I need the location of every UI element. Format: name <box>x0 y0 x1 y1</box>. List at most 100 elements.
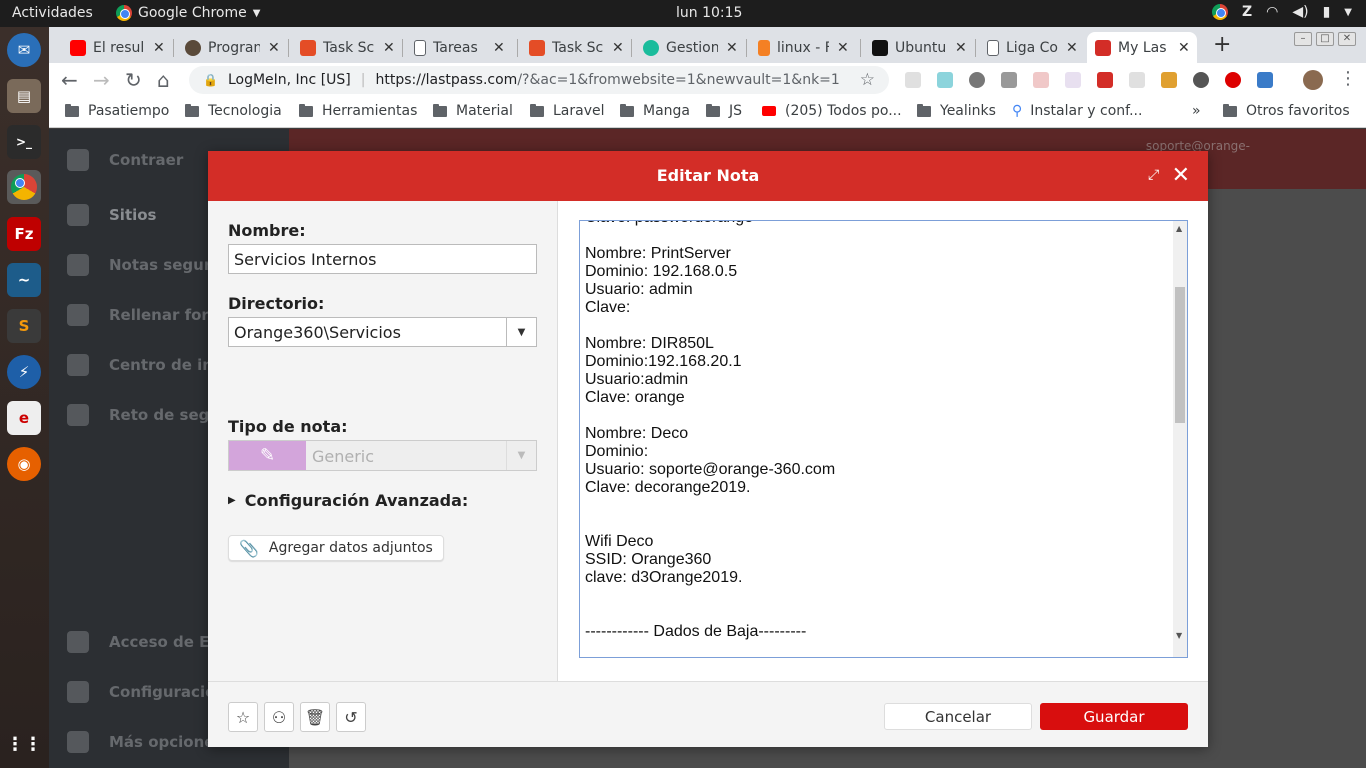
volume-icon[interactable]: ◀) <box>1292 4 1308 20</box>
forward-icon[interactable]: → <box>93 68 110 92</box>
cancel-button[interactable]: Cancelar <box>884 703 1032 730</box>
s-extension-icon[interactable] <box>1257 72 1273 88</box>
close-icon[interactable]: ✕ <box>1172 163 1190 188</box>
bookmark-folder[interactable]: JS <box>706 103 742 119</box>
tab-3[interactable]: Tareas ✕ <box>406 32 505 63</box>
show-apps-icon[interactable]: ⋮⋮ <box>6 727 42 761</box>
adblock-extension-icon[interactable] <box>1225 72 1241 88</box>
tab-4[interactable]: Task Sc ✕ <box>521 32 624 63</box>
tab-5[interactable]: Gestion ✕ <box>635 32 738 63</box>
note-textarea[interactable]: Clave: passwordorange Nombre: PrintServe… <box>579 220 1188 658</box>
address-bar[interactable]: 🔒 LogMeIn, Inc [US] | https://lastpass.c… <box>189 66 889 94</box>
lastpass-extension-icon[interactable] <box>1129 72 1145 88</box>
close-icon[interactable]: ✕ <box>1066 40 1078 56</box>
filezilla-icon[interactable]: Fz <box>7 217 41 251</box>
key-extension-icon[interactable] <box>1161 72 1177 88</box>
bookmark-folder[interactable]: Manga <box>620 103 690 119</box>
thunderbird-icon[interactable]: ✉ <box>7 33 41 67</box>
bookmark-folder[interactable]: Laravel <box>530 103 605 119</box>
w-extension-icon[interactable] <box>1193 72 1209 88</box>
maximize-button[interactable]: □ <box>1316 32 1334 46</box>
back-icon[interactable]: ← <box>61 68 78 92</box>
tab-9-active[interactable]: My Las ✕ <box>1087 32 1197 63</box>
close-icon[interactable]: ✕ <box>268 40 280 56</box>
tab-0[interactable]: El resul ✕ <box>62 32 165 63</box>
system-tray[interactable]: Z ◠ ◀) ▮ ▼ <box>1211 4 1352 20</box>
close-icon[interactable]: ✕ <box>612 40 624 56</box>
picker-extension-icon[interactable] <box>937 72 953 88</box>
scroll-down-icon[interactable]: ▼ <box>1176 631 1182 640</box>
bookmark-link[interactable]: ⚲ Instalar y conf... <box>1012 103 1142 119</box>
share-button[interactable]: ⚇ <box>264 702 294 732</box>
close-icon[interactable]: ✕ <box>726 40 738 56</box>
text-editor-icon[interactable]: e <box>7 401 41 435</box>
terminal-icon[interactable]: >_ <box>7 125 41 159</box>
close-icon[interactable]: ✕ <box>955 40 967 56</box>
delete-button[interactable]: 🗑 <box>300 702 330 732</box>
history-button[interactable]: ↺ <box>336 702 366 732</box>
gear-extension-icon[interactable] <box>969 72 985 88</box>
new-tab-button[interactable]: + <box>1213 32 1231 57</box>
sidebar-item-emergency[interactable]: Acceso de E <box>67 631 209 653</box>
tab-2[interactable]: Task Sc ✕ <box>292 32 395 63</box>
forward-extension-icon[interactable] <box>1097 72 1113 88</box>
scroll-thumb[interactable] <box>1175 287 1185 423</box>
code-extension-icon[interactable] <box>1033 72 1049 88</box>
close-icon[interactable]: ✕ <box>493 40 505 56</box>
close-window-button[interactable]: ✕ <box>1338 32 1356 46</box>
close-icon[interactable]: ✕ <box>1178 40 1190 56</box>
chrome-dock-icon[interactable] <box>7 170 41 204</box>
chevron-down-icon[interactable]: ▼ <box>1344 7 1352 18</box>
chevron-down-icon[interactable]: ▼ <box>506 318 536 346</box>
add-attachment-button[interactable]: 📎 Agregar datos adjuntos <box>228 535 444 561</box>
mysql-workbench-icon[interactable]: ~ <box>7 263 41 297</box>
favorite-button[interactable]: ☆ <box>228 702 258 732</box>
bookmark-folder[interactable]: Tecnologia <box>185 103 282 119</box>
bookmark-folder[interactable]: Material <box>433 103 513 119</box>
sidebar-item-settings[interactable]: Configuracio <box>67 681 215 703</box>
more-menu-icon[interactable]: ⋮ <box>1339 68 1357 89</box>
sidebar-item-center[interactable]: Centro de in <box>67 354 213 376</box>
note-scrollbar[interactable]: ▲ ▼ <box>1173 221 1187 657</box>
minimize-button[interactable]: – <box>1294 32 1312 46</box>
bookmark-folder[interactable]: Pasatiempo <box>65 103 169 119</box>
sidebar-item-forms[interactable]: Rellenar form <box>67 304 224 326</box>
tab-7[interactable]: Ubuntu ✕ <box>864 32 967 63</box>
wifi-icon[interactable]: ◠ <box>1266 4 1278 20</box>
sidebar-item-notes[interactable]: Notas segura <box>67 254 221 276</box>
tab-1[interactable]: Progran ✕ <box>177 32 280 63</box>
tab-6[interactable]: linux - F ✕ <box>750 32 849 63</box>
sidebar-item-collapse[interactable]: Contraer <box>67 149 183 171</box>
save-button[interactable]: Guardar <box>1040 703 1188 730</box>
scroll-up-icon[interactable]: ▲ <box>1176 224 1182 233</box>
home-icon[interactable]: ⌂ <box>157 68 170 92</box>
sidebar-item-more[interactable]: Más opcione <box>67 731 214 753</box>
avatar[interactable] <box>1303 70 1323 90</box>
folder-select[interactable]: Orange360\Servicios ▼ <box>228 317 537 347</box>
files-icon[interactable]: ▤ <box>7 79 41 113</box>
chrome-tray-icon[interactable] <box>1211 4 1228 20</box>
other-bookmarks[interactable]: Otros favoritos <box>1223 103 1350 119</box>
expand-icon[interactable]: ⤢ <box>1148 167 1164 183</box>
vue-extension-icon[interactable] <box>1001 72 1017 88</box>
json-extension-icon[interactable] <box>1065 72 1081 88</box>
activities-button[interactable]: Actividades <box>12 5 93 21</box>
bookmarks-overflow-button[interactable]: » <box>1192 103 1201 119</box>
bookmark-folder[interactable]: Yealinks <box>917 103 996 119</box>
bookmark-star-icon[interactable]: ☆ <box>860 70 875 90</box>
app-menu[interactable]: Google Chrome ▼ <box>116 5 260 21</box>
zoiper-icon[interactable]: ⚡ <box>7 355 41 389</box>
advanced-settings-toggle[interactable]: ▶ Configuración Avanzada: <box>228 491 468 510</box>
clock[interactable]: lun 10:15 <box>676 5 742 21</box>
sidebar-item-sites[interactable]: Sitios <box>67 204 157 226</box>
close-icon[interactable]: ✕ <box>837 40 849 56</box>
ip-extension-icon[interactable] <box>905 72 921 88</box>
close-icon[interactable]: ✕ <box>383 40 395 56</box>
firefox-icon[interactable]: ◉ <box>7 447 41 481</box>
sublime-text-icon[interactable]: S <box>7 309 41 343</box>
bookmark-folder[interactable]: Herramientas <box>299 103 417 119</box>
bookmark-link[interactable]: (205) Todos po... <box>762 103 902 119</box>
close-icon[interactable]: ✕ <box>153 40 165 56</box>
battery-icon[interactable]: ▮ <box>1323 4 1331 20</box>
reload-icon[interactable]: ↻ <box>125 68 142 92</box>
